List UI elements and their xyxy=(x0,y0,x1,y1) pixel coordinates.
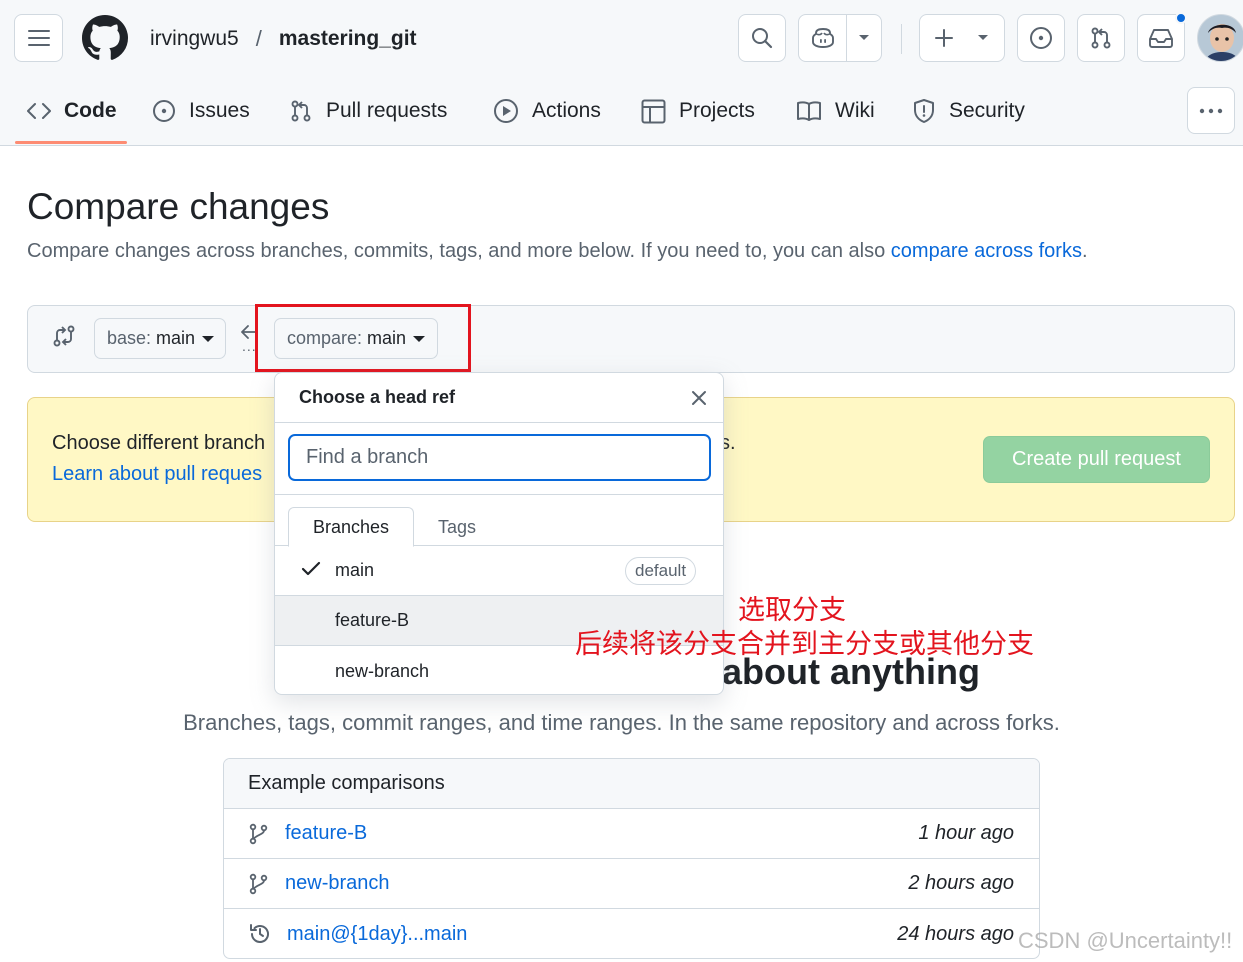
dropdown-filter xyxy=(275,423,723,495)
page-title: Compare changes xyxy=(27,186,330,227)
tab-branches[interactable]: Branches xyxy=(288,507,414,547)
example-row[interactable]: feature-B 1 hour ago xyxy=(224,809,1039,859)
tab-issues[interactable]: Issues xyxy=(152,84,250,138)
annotation-text: 后续将该分支合并到主分支或其他分支 xyxy=(575,629,1034,660)
breadcrumb: irvingwu5 / mastering_git xyxy=(150,26,417,52)
breadcrumb-separator: / xyxy=(255,26,262,51)
tab-tags[interactable]: Tags xyxy=(415,507,499,547)
example-row[interactable]: main@{1day}...main 24 hours ago xyxy=(224,909,1039,958)
tab-actions[interactable]: Actions xyxy=(493,84,601,138)
kebab-horizontal-icon xyxy=(1199,108,1223,113)
close-icon[interactable] xyxy=(689,388,709,408)
hamburger-icon xyxy=(27,30,50,46)
compare-across-forks-link[interactable]: compare across forks xyxy=(891,240,1082,262)
example-time: 1 hour ago xyxy=(918,822,1014,844)
git-branch-icon xyxy=(248,873,270,895)
github-logo-icon[interactable] xyxy=(82,15,128,61)
issue-opened-icon xyxy=(152,99,176,123)
your-issues-button[interactable] xyxy=(1017,14,1065,62)
git-pull-request-icon xyxy=(289,99,313,123)
app-header: irvingwu5 / mastering_git Code Issues Pu… xyxy=(0,0,1243,146)
page-subtitle: Compare changes across branches, commits… xyxy=(27,240,1088,262)
search-button[interactable] xyxy=(738,14,786,62)
branch-item-main[interactable]: main default xyxy=(275,546,723,596)
shield-icon xyxy=(912,98,936,124)
repo-owner-link[interactable]: irvingwu5 xyxy=(150,27,239,51)
base-branch-select[interactable]: base: main xyxy=(94,318,226,359)
example-comparisons-header: Example comparisons xyxy=(224,759,1039,809)
dropdown-title: Choose a head ref xyxy=(299,387,456,407)
git-branch-icon xyxy=(248,823,270,845)
repo-name-link[interactable]: mastering_git xyxy=(279,27,417,51)
copilot-button[interactable] xyxy=(799,15,847,61)
history-icon xyxy=(248,922,272,946)
learn-about-pull-requests-link[interactable]: Learn about pull reques xyxy=(52,463,262,486)
your-pull-requests-button[interactable] xyxy=(1077,14,1125,62)
create-pull-request-button[interactable]: Create pull request xyxy=(983,436,1210,483)
tab-projects[interactable]: Projects xyxy=(641,84,755,138)
copilot-icon xyxy=(811,28,834,48)
global-menu-button[interactable] xyxy=(14,14,63,62)
chevron-down-icon xyxy=(978,35,988,40)
example-time: 2 hours ago xyxy=(908,872,1014,894)
watermark: CSDN @Uncertainty!! xyxy=(1018,928,1233,953)
flash-message: Choose different branch xyxy=(52,432,266,454)
example-link[interactable]: new-branch xyxy=(285,872,908,895)
book-icon xyxy=(796,100,822,122)
active-tab-indicator xyxy=(15,141,127,144)
example-row[interactable]: new-branch 2 hours ago xyxy=(224,859,1039,909)
example-comparisons: Example comparisons feature-B 1 hour ago… xyxy=(223,758,1040,959)
default-badge: default xyxy=(625,556,697,585)
chevron-down-icon xyxy=(859,35,869,40)
example-link[interactable]: feature-B xyxy=(285,822,918,845)
git-pull-request-icon xyxy=(1091,27,1111,49)
copilot-menu-button[interactable] xyxy=(847,15,881,61)
tab-code[interactable]: Code xyxy=(27,84,117,138)
search-icon xyxy=(752,28,773,49)
tab-security[interactable]: Security xyxy=(912,84,1025,138)
issue-opened-icon xyxy=(1030,27,1052,49)
tab-pull-requests[interactable]: Pull requests xyxy=(289,84,447,138)
play-icon xyxy=(493,98,519,124)
example-time: 24 hours ago xyxy=(897,922,1014,945)
code-icon xyxy=(27,101,51,121)
git-compare-icon xyxy=(52,324,76,348)
compare-hero-subheading: Branches, tags, commit ranges, and time … xyxy=(183,710,1060,735)
annotation-highlight-box xyxy=(255,304,471,372)
find-branch-input[interactable] xyxy=(288,434,711,481)
example-link[interactable]: main@{1day}...main xyxy=(287,923,897,946)
table-icon xyxy=(641,99,666,124)
user-avatar[interactable] xyxy=(1197,14,1243,62)
create-new-button[interactable] xyxy=(919,14,1005,62)
plus-icon xyxy=(935,29,953,47)
inbox-icon xyxy=(1149,29,1173,48)
repo-navigation: Code Issues Pull requests Actions Projec… xyxy=(0,84,1243,146)
check-icon xyxy=(301,561,321,576)
copilot-button-group xyxy=(798,14,882,62)
dropdown-header: Choose a head ref xyxy=(275,373,723,423)
tab-wiki[interactable]: Wiki xyxy=(796,84,875,138)
notification-indicator xyxy=(1175,12,1187,24)
more-options-button[interactable] xyxy=(1187,87,1235,134)
dropdown-tabs: Branches Tags xyxy=(275,495,723,547)
header-divider xyxy=(901,24,902,54)
caret-down-icon xyxy=(202,335,215,342)
